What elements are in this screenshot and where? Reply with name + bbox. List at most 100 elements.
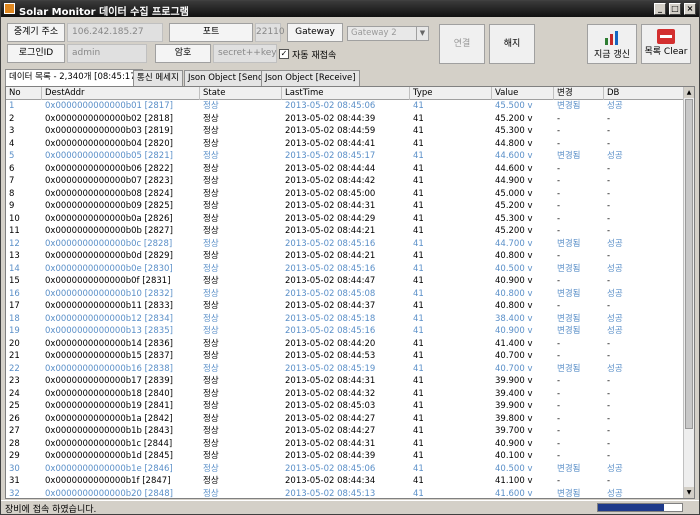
table-row[interactable]: 21 0x0000000000000b15 [2837] 정상 2013-05-02 …: [6, 350, 684, 363]
table-row[interactable]: 14 0x0000000000000b0e [2830] 정상 2013-05-02 …: [6, 263, 684, 276]
cell-value: 44.600 v: [495, 151, 533, 161]
maximize-button[interactable]: □: [669, 3, 681, 15]
col-lasttime[interactable]: LastTime: [282, 87, 410, 100]
chevron-down-icon[interactable]: ▼: [416, 27, 428, 40]
table-row[interactable]: 25 0x0000000000000b19 [2841] 정상 2013-05-02 …: [6, 400, 684, 413]
cell-value: 40.900 v: [495, 276, 533, 286]
cell-changed: -: [557, 376, 561, 386]
cell-changed: -: [557, 276, 561, 286]
cell-db: -: [607, 388, 611, 399]
table-row[interactable]: 11 0x0000000000000b0b [2827] 정상 2013-05-02 …: [6, 225, 684, 238]
cell-changed: -: [557, 401, 561, 411]
vertical-scrollbar[interactable]: ▲ ▼: [683, 87, 694, 498]
login-field[interactable]: admin: [67, 44, 147, 63]
scroll-up-icon[interactable]: ▲: [684, 87, 694, 98]
cell-lasttime: 2013-05-02 08:44:59: [285, 126, 376, 136]
disconnect-button[interactable]: 해지: [489, 24, 535, 64]
cell-changed: -: [557, 113, 561, 124]
cell-no: 16: [9, 288, 20, 299]
cell-changed: 변경됨: [557, 263, 581, 274]
cell-value: 41.400 v: [495, 338, 533, 349]
table-row[interactable]: 15 0x0000000000000b0f [2831] 정상 2013-05-02 …: [6, 275, 684, 288]
tab-json-receive[interactable]: Json Object [Receive]: [261, 70, 360, 86]
close-button[interactable]: ×: [684, 3, 696, 15]
clear-button[interactable]: 목록 Clear: [641, 24, 691, 64]
cell-state: 정상: [203, 376, 219, 386]
connect-button[interactable]: 연결: [439, 24, 485, 64]
col-changed[interactable]: 변경: [554, 87, 604, 100]
col-type[interactable]: Type: [410, 87, 492, 100]
table-row[interactable]: 13 0x0000000000000b0d [2829] 정상 2013-05-02 …: [6, 250, 684, 263]
data-grid[interactable]: No DestAddr State LastTime Type Value 변경…: [5, 86, 695, 499]
cell-value: 45.200 v: [495, 113, 533, 124]
table-row[interactable]: 16 0x0000000000000b10 [2832] 정상 2013-05-02 …: [6, 288, 684, 301]
table-row[interactable]: 23 0x0000000000000b17 [2839] 정상 2013-05-02 …: [6, 375, 684, 388]
cell-value: 44.800 v: [495, 138, 533, 149]
cell-state: 정상: [203, 438, 219, 449]
cell-destaddr: 0x0000000000000b08 [2824]: [45, 188, 173, 199]
cell-destaddr: 0x0000000000000b02 [2818]: [45, 113, 173, 124]
cell-no: 6: [9, 163, 15, 174]
table-row[interactable]: 28 0x0000000000000b1c [2844] 정상 2013-05-02 …: [6, 438, 684, 451]
minimize-button[interactable]: _: [654, 3, 666, 15]
table-row[interactable]: 30 0x0000000000000b1e [2846] 정상 2013-05-02 …: [6, 463, 684, 476]
table-row[interactable]: 8 0x0000000000000b08 [2824] 정상 2013-05-02 0…: [6, 188, 684, 201]
cell-type: 41: [413, 463, 424, 474]
table-row[interactable]: 9 0x0000000000000b09 [2825] 정상 2013-05-02 0…: [6, 200, 684, 213]
cell-lasttime: 2013-05-02 08:45:16: [285, 326, 376, 336]
col-value[interactable]: Value: [492, 87, 554, 100]
table-row[interactable]: 10 0x0000000000000b0a [2826] 정상 2013-05-02 …: [6, 213, 684, 226]
table-row[interactable]: 27 0x0000000000000b1b [2843] 정상 2013-05-02 …: [6, 425, 684, 438]
table-row[interactable]: 4 0x0000000000000b04 [2820] 정상 2013-05-02 0…: [6, 138, 684, 151]
table-row[interactable]: 31 0x0000000000000b1f [2847] 정상 2013-05-02 …: [6, 475, 684, 488]
col-state[interactable]: State: [200, 87, 282, 100]
tab-data-list[interactable]: 데이터 목록 - 2,340개 [08:45:17]: [5, 69, 143, 86]
gateway-select[interactable]: Gateway 2 ▼: [347, 26, 429, 41]
table-row[interactable]: 18 0x0000000000000b12 [2834] 정상 2013-05-02 …: [6, 313, 684, 326]
table-row[interactable]: 29 0x0000000000000b1d [2845] 정상 2013-05-02 …: [6, 450, 684, 463]
scroll-down-icon[interactable]: ▼: [684, 487, 694, 498]
table-row[interactable]: 2 0x0000000000000b02 [2818] 정상 2013-05-02 0…: [6, 113, 684, 126]
col-destaddr[interactable]: DestAddr: [42, 87, 200, 100]
cell-value: 40.800 v: [495, 251, 533, 261]
cell-lasttime: 2013-05-02 08:45:19: [285, 363, 376, 374]
cell-value: 45.200 v: [495, 201, 533, 211]
cell-changed: -: [557, 176, 561, 186]
password-field[interactable]: secret++key: [213, 44, 277, 63]
table-row[interactable]: 12 0x0000000000000b0c [2828] 정상 2013-05-02 …: [6, 238, 684, 251]
table-row[interactable]: 6 0x0000000000000b06 [2822] 정상 2013-05-02 0…: [6, 163, 684, 176]
col-no[interactable]: No: [6, 87, 42, 100]
cell-db: -: [607, 376, 611, 386]
title-bar[interactable]: Solar Monitor 데이터 수집 프로그램 _ □ ×: [1, 1, 699, 18]
cell-db: -: [607, 426, 611, 436]
refresh-button[interactable]: 지금 갱신: [587, 24, 637, 64]
tab-json-send[interactable]: Json Object [Send]: [184, 70, 271, 86]
table-row[interactable]: 22 0x0000000000000b16 [2838] 정상 2013-05-02 …: [6, 363, 684, 376]
cell-destaddr: 0x0000000000000b0e [2830]: [45, 263, 173, 274]
table-row[interactable]: 1 0x0000000000000b01 [2817] 정상 2013-05-02 0…: [6, 100, 684, 113]
cell-no: 26: [9, 413, 20, 424]
cell-state: 정상: [203, 176, 219, 186]
table-row[interactable]: 17 0x0000000000000b11 [2833] 정상 2013-05-02 …: [6, 300, 684, 313]
cell-type: 41: [413, 488, 424, 499]
auto-reconnect-checkbox[interactable]: ✓: [279, 49, 289, 59]
table-row[interactable]: 3 0x0000000000000b03 [2819] 정상 2013-05-02 0…: [6, 125, 684, 138]
table-row[interactable]: 32 0x0000000000000b20 [2848] 정상 2013-05-02 …: [6, 488, 684, 499]
cell-type: 41: [413, 113, 424, 124]
tab-messages[interactable]: 통신 메세지: [133, 70, 183, 86]
cell-db: -: [607, 338, 611, 349]
table-row[interactable]: 24 0x0000000000000b18 [2840] 정상 2013-05-02 …: [6, 388, 684, 401]
cell-state: 정상: [203, 363, 219, 374]
col-db[interactable]: DB: [604, 87, 684, 100]
cell-no: 8: [9, 188, 15, 199]
table-row[interactable]: 5 0x0000000000000b05 [2821] 정상 2013-05-02 0…: [6, 150, 684, 163]
scroll-thumb[interactable]: [685, 99, 693, 429]
table-row[interactable]: 19 0x0000000000000b13 [2835] 정상 2013-05-02 …: [6, 325, 684, 338]
table-row[interactable]: 20 0x0000000000000b14 [2836] 정상 2013-05-02 …: [6, 338, 684, 351]
port-field[interactable]: 22110: [255, 23, 285, 42]
cell-type: 41: [413, 101, 424, 111]
relay-addr-field[interactable]: 106.242.185.27: [67, 23, 163, 42]
table-row[interactable]: 26 0x0000000000000b1a [2842] 정상 2013-05-02 …: [6, 413, 684, 426]
table-row[interactable]: 7 0x0000000000000b07 [2823] 정상 2013-05-02 0…: [6, 175, 684, 188]
password-label: 암호: [155, 44, 211, 63]
